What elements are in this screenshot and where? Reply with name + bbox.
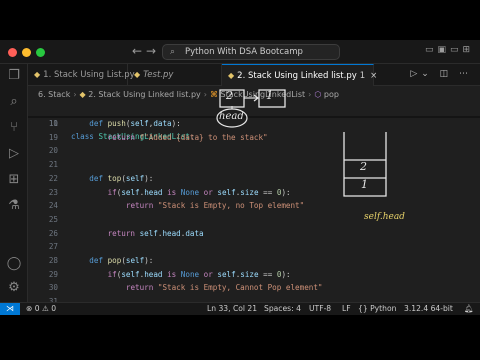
editor-tabs: ◆ 1. Stack Using List.py ◆ Test.py ◆ 2. Sta… <box>28 64 480 86</box>
method-symbol-icon: ⬡ <box>314 90 322 99</box>
code-line-row[interactable]: 11 def push(self,data): <box>28 117 480 131</box>
code-line-row[interactable]: 23 if(self.head is None or self.size == … <box>28 186 480 200</box>
code-line-row[interactable]: 31 <box>28 295 480 302</box>
indentation-status[interactable]: Spaces: 4 <box>264 303 301 315</box>
code-line-row[interactable]: 21 <box>28 158 480 172</box>
breadcrumb-class[interactable]: StackUsingLinkedList <box>221 90 306 99</box>
status-bar: ⋊ ⊗ 0 ⚠ 0 Ln 33, Col 21 Spaces: 4 UTF-8 … <box>0 302 480 315</box>
code-line-row[interactable]: 22 def top(self): <box>28 172 480 186</box>
explorer-icon[interactable]: ❐ <box>0 68 28 83</box>
python-file-icon: ◆ <box>79 90 86 99</box>
tab-stack-using-list[interactable]: ◆ 1. Stack Using List.py <box>28 64 135 86</box>
code-text: def push(self,data): <box>89 119 181 128</box>
settings-gear-icon[interactable]: ⚙ <box>0 280 28 295</box>
testing-icon[interactable]: ⚗ <box>0 198 28 213</box>
line-number: 11 <box>48 119 58 128</box>
code-line-row[interactable]: 30 return "Stack is Empty, Cannot Pop el… <box>28 281 480 295</box>
code-line-row[interactable]: 20 <box>28 144 480 158</box>
code-text: def top(self): <box>89 173 154 183</box>
code-text: if(self.head is None or self.size == 0): <box>107 187 291 197</box>
code-text: if(self.head is None or self.size == 0): <box>107 269 291 279</box>
cursor-position[interactable]: Ln 33, Col 21 <box>207 303 257 315</box>
video-letterbox-top <box>0 0 480 40</box>
search-icon: ⌕ <box>170 47 176 57</box>
python-file-icon: ◆ <box>134 70 141 79</box>
line-number: 19 <box>48 132 58 142</box>
vscode-window: ← → ⌕ Python With DSA Bootcamp ▭▣▭⊞ ❐ ⌕ … <box>0 40 480 315</box>
command-center-search[interactable]: ⌕ Python With DSA Bootcamp <box>162 44 340 60</box>
code-text: return self.head.data <box>107 228 204 238</box>
video-letterbox-bottom <box>0 315 480 360</box>
code-text: return f"Added {data} to the stack" <box>107 132 268 142</box>
line-number: 25 <box>48 214 58 224</box>
window-maximize-button[interactable] <box>36 48 45 57</box>
code-line-row[interactable]: 25 <box>28 213 480 227</box>
window-minimize-button[interactable] <box>22 48 31 57</box>
python-file-icon: ◆ <box>228 71 235 80</box>
close-tab-icon[interactable]: × <box>370 71 377 81</box>
class-symbol-icon: ⌘ <box>210 90 218 99</box>
code-text: return "Stack is Empty, no Top element" <box>125 201 305 211</box>
search-view-icon[interactable]: ⌕ <box>0 94 28 109</box>
back-arrow-icon[interactable]: ← <box>132 44 142 58</box>
editor-actions[interactable]: ▷⌄ ◫ ⋯ <box>410 69 472 79</box>
code-line-row[interactable]: 27 <box>28 240 480 254</box>
breadcrumb-file[interactable]: 2. Stack Using Linked list.py <box>88 90 201 99</box>
code-line-row[interactable]: 19 return f"Added {data} to the stack" <box>28 131 480 145</box>
line-number: 23 <box>48 187 58 197</box>
breadcrumb: 6. Stack › ◆ 2. Stack Using Linked list.py… <box>28 87 480 103</box>
code-line-row[interactable]: 24 return "Stack is Empty, no Top elemen… <box>28 199 480 213</box>
code-line-row[interactable]: 28 def pop(self): <box>28 254 480 268</box>
error-count: 0 <box>34 304 40 313</box>
breadcrumb-folder[interactable]: 6. Stack <box>38 90 70 99</box>
forward-arrow-icon[interactable]: → <box>146 44 156 58</box>
line-number: 22 <box>48 173 58 183</box>
code-editor[interactable]: 10 class StackUsingLinkedList: 11 def pu… <box>28 103 480 302</box>
chevron-right-icon: › <box>73 90 77 99</box>
interpreter-status[interactable]: 3.12.4 64-bit <box>404 303 453 315</box>
breadcrumb-method[interactable]: pop <box>324 90 339 99</box>
line-number: 27 <box>48 242 58 252</box>
source-control-icon[interactable]: ⑂ <box>0 120 28 135</box>
sticky-scroll-line[interactable]: 10 class StackUsingLinkedList: <box>28 103 480 142</box>
line-number: 20 <box>48 146 58 156</box>
window-close-button[interactable] <box>8 48 17 57</box>
eol-status[interactable]: LF <box>342 303 351 315</box>
line-number: 21 <box>48 160 58 170</box>
run-debug-icon[interactable]: ▷ <box>0 146 28 161</box>
line-number: 31 <box>48 297 58 302</box>
activity-bar: ❐ ⌕ ⑂ ▷ ⊞ ⚗ ◯ ⚙ <box>0 64 28 302</box>
window-title: Python With DSA Bootcamp <box>185 47 303 57</box>
warning-count: 0 <box>51 304 57 313</box>
line-number: 30 <box>48 283 58 293</box>
title-bar: ← → ⌕ Python With DSA Bootcamp ▭▣▭⊞ <box>0 40 480 64</box>
extensions-icon[interactable]: ⊞ <box>0 172 28 187</box>
line-number: 24 <box>48 201 58 211</box>
tab-problem-count: 1 <box>359 71 366 81</box>
braces-icon: {} <box>358 304 368 313</box>
language-mode[interactable]: {} Python <box>358 303 396 315</box>
encoding-status[interactable]: UTF-8 <box>309 303 331 315</box>
line-number: 26 <box>48 228 58 238</box>
layout-toggle-icons[interactable]: ▭▣▭⊞ <box>425 45 474 55</box>
tab-test[interactable]: ◆ Test.py <box>128 64 222 86</box>
python-file-icon: ◆ <box>34 70 41 79</box>
account-icon[interactable]: ◯ <box>0 256 28 271</box>
code-text: return "Stack is Empty, Cannot Pop eleme… <box>125 283 323 293</box>
chevron-right-icon: › <box>203 90 207 99</box>
problems-status[interactable]: ⊗ 0 ⚠ 0 <box>26 303 56 315</box>
tab-stack-using-linked-list[interactable]: ◆ 2. Stack Using Linked list.py 1 × <box>222 64 377 86</box>
remote-indicator-icon[interactable]: ⋊ <box>0 303 20 315</box>
code-line-row[interactable]: 29 if(self.head is None or self.size == … <box>28 268 480 282</box>
code-line-row[interactable]: 26 return self.head.data <box>28 227 480 241</box>
line-number: 28 <box>48 256 58 265</box>
line-number: 29 <box>48 269 58 279</box>
chevron-right-icon: › <box>308 90 312 99</box>
code-text: def pop(self): <box>89 256 154 265</box>
notifications-bell-icon[interactable]: 🔔︎ <box>464 303 474 315</box>
